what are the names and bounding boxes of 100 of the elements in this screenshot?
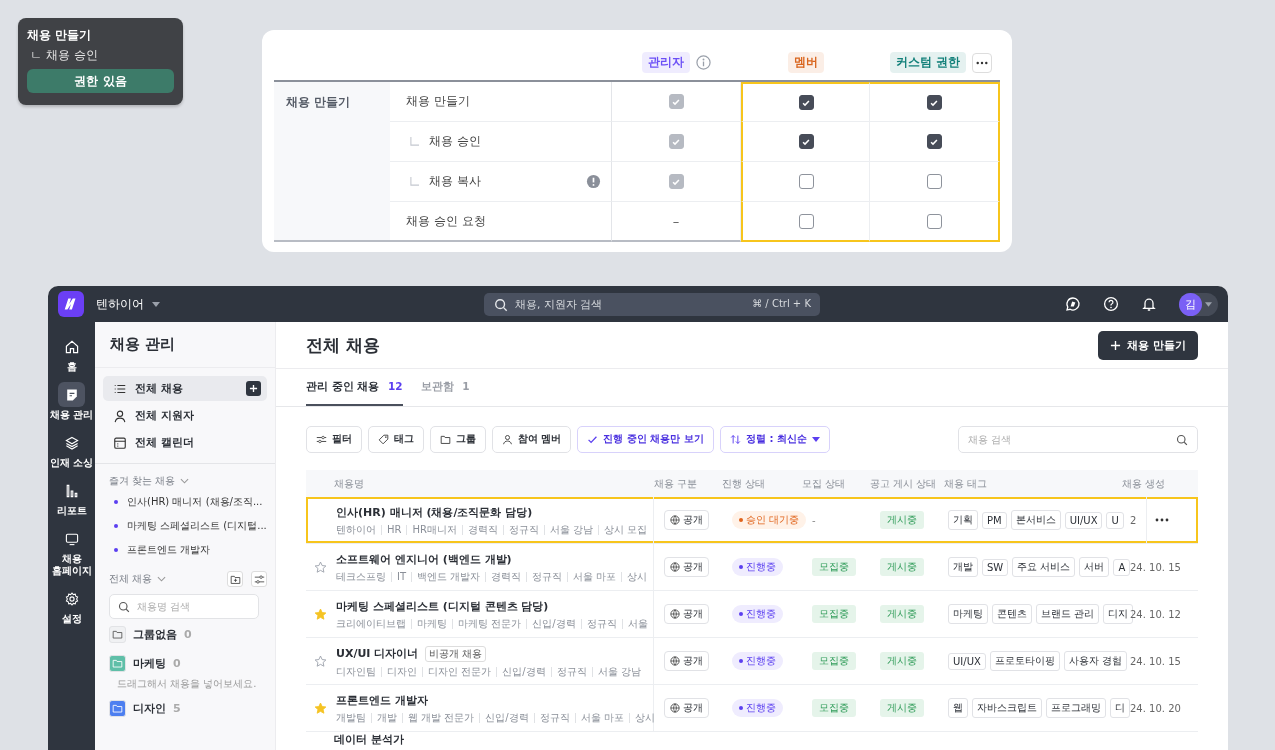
not-applicable-dash: – [672, 213, 680, 229]
star-icon[interactable] [313, 701, 327, 715]
job-tag: A [1113, 558, 1131, 576]
chevron-down-icon[interactable] [157, 576, 167, 582]
bell-icon[interactable] [1141, 296, 1157, 312]
toolbar-button[interactable]: 정렬 : 최신순 [719, 425, 830, 453]
job-title[interactable]: 인사(HR) 매니저 (채용/조직문화 담당) [336, 505, 533, 520]
checkbox[interactable] [926, 174, 942, 189]
account-menu[interactable]: 김 [1179, 292, 1218, 316]
rail-nav-item[interactable]: 설정 [48, 586, 95, 625]
job-title[interactable]: UX/UI 디자이너 [336, 646, 419, 661]
toolbar-button[interactable]: 필터 [306, 425, 362, 453]
favorite-job-link[interactable]: 마케팅 스페셜리스트 (디지털... [127, 519, 267, 533]
section-header[interactable]: 전체 채용 [109, 572, 153, 586]
tab[interactable]: 관리 중인 채용 12 [306, 369, 403, 406]
job-tag: U [1106, 511, 1124, 529]
chat-icon[interactable] [1065, 296, 1081, 312]
job-meta-item: 웹 개발 전문가 [402, 713, 480, 723]
rail-nav-item[interactable]: 리포트 [48, 478, 95, 517]
job-tag: SW [982, 558, 1009, 576]
job-tag: 사용자 경험 [1063, 651, 1127, 671]
help-icon[interactable] [1103, 296, 1119, 312]
job-meta-item: 텐하이어 [336, 525, 377, 535]
table-row[interactable]: 소프트웨어 엔지니어 (백엔드 개발) 테크스프링 IT 백엔드 개발자 경력직 정규직 서울 마포 상시 공개 진행중 모집중 게시중 개발 SW 주요 서비스 서버 A 24. 10. 15 [306, 544, 1198, 591]
sliders-icon [253, 573, 265, 585]
job-meta-item: 정규직 [533, 713, 575, 723]
group-name[interactable]: 디자인 [133, 701, 166, 716]
role-label: 관리자 [642, 52, 690, 73]
sidebar-nav-item[interactable]: 전체 지원자 [103, 403, 267, 428]
rail-nav-item[interactable]: 홈 [48, 334, 95, 373]
section-header[interactable]: 즐겨 찾는 채용 [109, 474, 176, 488]
job-meta-item: 디자인팀 [336, 666, 377, 677]
globe-icon [670, 562, 680, 572]
table-row[interactable]: UX/UI 디자이너 비공개 채용 디자인팀 디자인 디자인 전문가 신입/경력 정규직 서울 강남 공개 진행중 모집중 게시중 UI/UX 프로토타이핑 사용자 경험 24. 10. 15 [306, 638, 1198, 685]
job-tag: 프로토타이핑 [989, 651, 1060, 671]
job-meta-item: 서울 마포 [567, 572, 622, 582]
star-icon[interactable] [313, 654, 327, 668]
job-meta-item: HR매니저 [406, 525, 462, 535]
job-meta-item: 마케팅 전문가 [452, 619, 527, 629]
checkbox[interactable] [926, 95, 942, 110]
create-job-button[interactable]: 채용 만들기 [1098, 330, 1198, 360]
rail-nav-item[interactable]: 채용 관리 [48, 382, 95, 421]
sidebar-title: 채용 관리 [110, 335, 176, 354]
more-button[interactable] [972, 52, 992, 73]
favorite-job-link[interactable]: 인사(HR) 매니저 (채용/조직... [127, 495, 263, 509]
globe-icon [670, 703, 680, 713]
job-title[interactable]: 데이터 분석가 [334, 732, 654, 747]
visibility-chip: 공개 [664, 604, 709, 624]
visibility-chip: 공개 [664, 557, 709, 577]
chevron-down-icon[interactable] [180, 478, 190, 484]
job-tag: 웹 [948, 698, 968, 718]
person-icon [502, 433, 513, 445]
sliders-icon [316, 433, 327, 445]
star-icon[interactable] [313, 560, 327, 574]
posting-status-pill: 게시중 [880, 511, 924, 529]
toolbar-button[interactable]: 참여 멤버 [492, 425, 572, 453]
settings-button[interactable] [251, 571, 267, 587]
empty-group-hint: 드래그해서 채용을 넣어보세요. [117, 678, 257, 689]
rail-nav-item[interactable]: 채용 홈페이지 [48, 526, 95, 577]
job-meta-item: 서울 마포 [574, 713, 629, 723]
caret-icon [152, 301, 160, 307]
add-button[interactable] [246, 381, 261, 396]
checkbox[interactable] [926, 213, 942, 229]
group-name[interactable]: 마케팅 [133, 656, 166, 671]
checkbox[interactable] [798, 95, 814, 110]
tooltip-title: 채용 만들기 [27, 27, 93, 44]
folder-plus-icon [229, 573, 241, 585]
toolbar-button[interactable]: 그룹 [430, 425, 486, 453]
sidebar-nav-item[interactable]: 전체 캘린더 [103, 430, 267, 455]
logo-icon[interactable] [58, 291, 84, 317]
table-row[interactable]: 마케팅 스페셜리스트 (디지털 콘텐츠 담당) 크리에이티브랩 마케팅 마케팅 전문가 신입/경력 정규직 서울 공개 진행중 모집중 게시중 마케팅 콘텐츠 브랜드 관리 디지 24. 10. 12 [306, 591, 1198, 638]
job-meta-item: 디자인 [381, 666, 422, 677]
job-title[interactable]: 프론트엔드 개발자 [336, 693, 428, 708]
job-search-field[interactable]: 채용 검색 [958, 425, 1198, 453]
group-name[interactable]: 그룹없음 [133, 627, 177, 642]
recruit-status-text: - [812, 514, 816, 526]
permission-granted-button[interactable]: 권한 있음 [27, 69, 174, 93]
workspace-switcher[interactable]: 텐하이어 [96, 295, 160, 313]
table-row[interactable]: 프론트엔드 개발자 개발팀 개발 웹 개발 전문가 신입/경력 정규직 서울 마포 상시 공개 진행중 모집중 게시중 웹 자바스크립트 프로그래밍 디 24. 10. 20 [306, 685, 1198, 732]
job-tag: 서버 [1079, 557, 1110, 577]
job-title[interactable]: 마케팅 스페셜리스트 (디지털 콘텐츠 담당) [336, 599, 549, 614]
job-title[interactable]: 소프트웨어 엔지니어 (백엔드 개발) [336, 552, 512, 567]
toolbar-button[interactable]: 진행 중인 채용만 보기 [577, 425, 714, 453]
checkbox[interactable] [798, 174, 814, 189]
star-icon[interactable] [313, 607, 327, 621]
checkbox[interactable] [926, 134, 942, 149]
visibility-chip: 공개 [664, 651, 709, 671]
job-tag: 브랜드 관리 [1036, 604, 1100, 624]
job-search-field[interactable]: 채용명 검색 [109, 594, 259, 619]
created-date: 24. 10. 20 [1130, 702, 1181, 714]
sidebar-nav-item[interactable]: 전체 채용 [103, 376, 267, 401]
toolbar-button[interactable]: 태그 [368, 425, 424, 453]
checkbox[interactable] [798, 213, 814, 229]
checkbox[interactable] [798, 134, 814, 149]
info-icon[interactable] [696, 55, 711, 70]
add-folder-button[interactable] [227, 571, 243, 587]
settings-icon [63, 590, 80, 607]
table-row[interactable]: 인사(HR) 매니저 (채용/조직문화 담당) 텐하이어 HR HR매니저 경력직 정규직 서울 강남 상시 모집 공개 승인 대기중 - 게시중 기획 PM 본서비스 UI/UX U 2 [306, 497, 1198, 544]
rail-nav-item[interactable]: 인재 소싱 [48, 430, 95, 469]
favorite-job-link[interactable]: 프론트엔드 개발자 [127, 543, 211, 557]
